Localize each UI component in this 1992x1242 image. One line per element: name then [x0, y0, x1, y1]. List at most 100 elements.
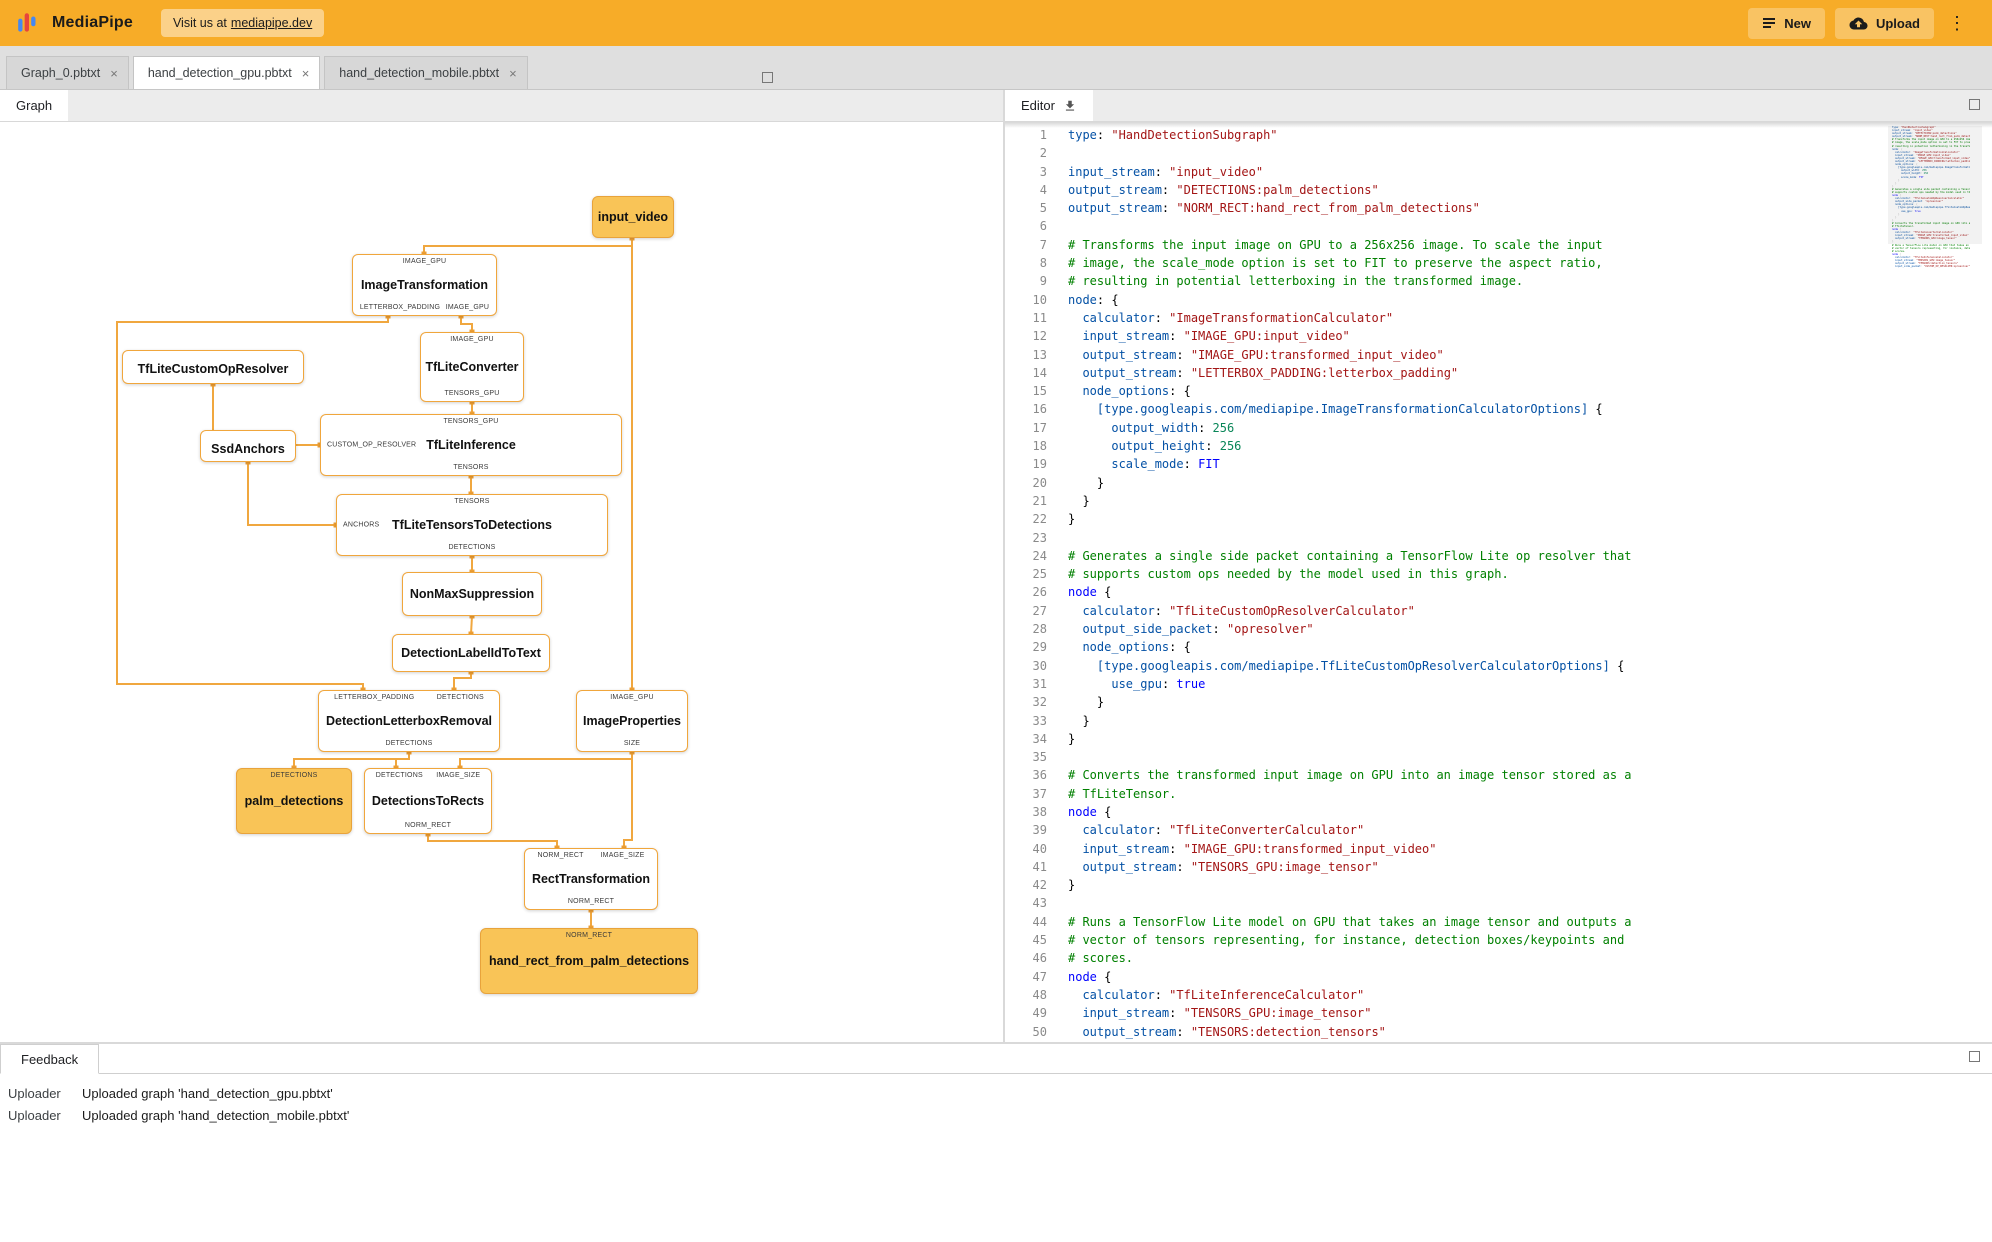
graph-node-DetectionsToRects[interactable]: DETECTIONS IMAGE_SIZE DetectionsToRects NOR…: [364, 768, 492, 834]
code-line[interactable]: 44 # Runs a TensorFlow Lite model on GPU …: [1005, 913, 1992, 931]
code-line[interactable]: 1 type: "HandDetectionSubgraph": [1005, 126, 1992, 144]
code-line[interactable]: 41 output_stream: "TENSORS_GPU:image_ten…: [1005, 858, 1992, 876]
close-tab-icon[interactable]: ×: [302, 67, 310, 80]
code-line[interactable]: 17 output_width: 256: [1005, 419, 1992, 437]
file-tab-hand_detection_gpu.pbtxt[interactable]: hand_detection_gpu.pbtxt ×: [132, 56, 321, 89]
code-line[interactable]: 7 # Transforms the input image on GPU to …: [1005, 236, 1992, 254]
file-tab-Graph_0.pbtxt[interactable]: Graph_0.pbtxt ×: [6, 56, 129, 89]
graph-node-hand_rect_from_palm_detections[interactable]: NORM_RECT hand_rect_from_palm_detections: [480, 928, 698, 994]
code-line[interactable]: 32 }: [1005, 693, 1992, 711]
graph-node-SsdAnchors[interactable]: SsdAnchors: [200, 430, 296, 462]
line-number: 2: [1039, 146, 1047, 161]
close-tab-icon[interactable]: ×: [509, 67, 517, 80]
code-line[interactable]: 34}: [1005, 730, 1992, 748]
port-label: NORM_RECT: [565, 932, 613, 939]
code-line[interactable]: 20 }: [1005, 474, 1992, 492]
code-line[interactable]: 10 node: {: [1005, 291, 1992, 309]
minimap[interactable]: type: "HandDetectionSubgraph" input_strea…: [1888, 126, 1982, 1042]
tab-editor[interactable]: Editor: [1005, 90, 1093, 121]
graph-node-TfLiteInference[interactable]: TENSORS_GPU CUSTOM_OP_RESOLVER TfLiteInfer…: [320, 414, 622, 476]
code-line[interactable]: 22}: [1005, 510, 1992, 528]
code-line[interactable]: 38 node {: [1005, 803, 1992, 821]
code-line[interactable]: 40 input_stream: "IMAGE_GPU:transformed_…: [1005, 840, 1992, 858]
line-number: 35: [1032, 750, 1047, 765]
code-line[interactable]: 25 # supports custom ops needed by the mo…: [1005, 565, 1992, 583]
graph-node-ImageProperties[interactable]: IMAGE_GPU ImageProperties SIZE: [576, 690, 688, 752]
code-line[interactable]: 24 # Generates a single side packet conta…: [1005, 547, 1992, 565]
maximize-editor-pane-icon[interactable]: [1969, 99, 1980, 110]
code-line[interactable]: 29 node_options: {: [1005, 638, 1992, 656]
code-line[interactable]: 16 [type.googleapis.com/mediapipe.ImageT…: [1005, 400, 1992, 418]
line-number: 16: [1032, 402, 1047, 417]
code-line[interactable]: 11 calculator: "ImageTransformationCalcu…: [1005, 309, 1992, 327]
graph-node-input_video[interactable]: input_video: [592, 196, 674, 238]
code-line[interactable]: 12 input_stream: "IMAGE_GPU:input_video": [1005, 327, 1992, 345]
code-line[interactable]: 13 output_stream: "IMAGE_GPU:transformed…: [1005, 346, 1992, 364]
code-line[interactable]: 19 scale_mode: FIT: [1005, 455, 1992, 473]
code-line[interactable]: 2: [1005, 144, 1992, 162]
line-number: 13: [1032, 347, 1047, 362]
code-line[interactable]: 6: [1005, 217, 1992, 235]
port-label: IMAGE_SIZE: [436, 772, 481, 779]
code-line[interactable]: 15 node_options: {: [1005, 382, 1992, 400]
code-line[interactable]: 18 output_height: 256: [1005, 437, 1992, 455]
code-editor[interactable]: 1 type: "HandDetectionSubgraph" 2 3 input_st…: [1005, 122, 1992, 1042]
code-line[interactable]: 28 output_side_packet: "opresolver": [1005, 620, 1992, 638]
code-line[interactable]: 30 [type.googleapis.com/mediapipe.TfLite…: [1005, 657, 1992, 675]
code-line[interactable]: 50 output_stream: "TENSORS:detection_ten…: [1005, 1023, 1992, 1041]
code-line[interactable]: 48 calculator: "TfLiteInferenceCalculato…: [1005, 986, 1992, 1004]
code-line[interactable]: 8 # image, the scale_mode option is set t…: [1005, 254, 1992, 272]
code-line[interactable]: 45 # vector of tensors representing, for …: [1005, 931, 1992, 949]
graph-node-TfLiteConverter[interactable]: IMAGE_GPU TfLiteConverter TENSORS_GPU: [420, 332, 524, 402]
code-line[interactable]: 46 # scores.: [1005, 949, 1992, 967]
code-line[interactable]: 47 node {: [1005, 968, 1992, 986]
code-line[interactable]: 49 input_stream: "TENSORS_GPU:image_tens…: [1005, 1004, 1992, 1022]
code-line[interactable]: 26 node {: [1005, 583, 1992, 601]
node-title: input_video: [597, 210, 669, 224]
close-tab-icon[interactable]: ×: [110, 67, 118, 80]
code-line[interactable]: 23: [1005, 529, 1992, 547]
file-tab-hand_detection_mobile.pbtxt[interactable]: hand_detection_mobile.pbtxt ×: [324, 56, 528, 89]
code-line[interactable]: 35: [1005, 748, 1992, 766]
maximize-feedback-pane-icon[interactable]: [1969, 1051, 1980, 1062]
code-line[interactable]: 33 }: [1005, 712, 1992, 730]
code-line[interactable]: 37 # TfLiteTensor.: [1005, 785, 1992, 803]
download-icon[interactable]: [1063, 99, 1077, 113]
graph-pane: Graph input_video IMAGE_GPU ImageTransform…: [0, 90, 1003, 1042]
minimap-slider[interactable]: [1888, 126, 1982, 244]
code-line[interactable]: 27 calculator: "TfLiteCustomOpResolverCa…: [1005, 602, 1992, 620]
maximize-graph-pane-icon[interactable]: [762, 72, 773, 83]
graph-node-palm_detections[interactable]: DETECTIONS palm_detections: [236, 768, 352, 834]
code-line[interactable]: 31 use_gpu: true: [1005, 675, 1992, 693]
code-line[interactable]: 5 output_stream: "NORM_RECT:hand_rect_fro…: [1005, 199, 1992, 217]
code-text: input_stream: "TENSORS_GPU:image_tensor": [1082, 1006, 1372, 1021]
line-number: 19: [1032, 457, 1047, 472]
code-line[interactable]: 36 # Converts the transformed input image…: [1005, 766, 1992, 784]
code-line[interactable]: 14 output_stream: "LETTERBOX_PADDING:let…: [1005, 364, 1992, 382]
code-line[interactable]: 39 calculator: "TfLiteConverterCalculato…: [1005, 821, 1992, 839]
graph-node-TfLiteTensorsToDetections[interactable]: TENSORS ANCHORS TfLiteTensorsToDetections D…: [336, 494, 608, 556]
graph-node-NonMaxSuppression[interactable]: NonMaxSuppression: [402, 572, 542, 616]
node-title: TfLiteInference: [426, 438, 516, 452]
code-line[interactable]: 3 input_stream: "input_video": [1005, 163, 1992, 181]
code-line[interactable]: 42}: [1005, 876, 1992, 894]
upload-button[interactable]: Upload: [1834, 7, 1934, 39]
code-line[interactable]: 21 }: [1005, 492, 1992, 510]
graph-node-TfLiteCustomOpResolver[interactable]: TfLiteCustomOpResolver: [122, 350, 304, 384]
tab-feedback[interactable]: Feedback: [0, 1044, 100, 1074]
code-text: # Runs a TensorFlow Lite model on GPU th…: [1068, 914, 1632, 929]
tab-graph[interactable]: Graph: [0, 90, 69, 121]
kebab-menu-icon[interactable]: ⋮: [1944, 14, 1970, 32]
code-line[interactable]: 4 output_stream: "DETECTIONS:palm_detecti…: [1005, 181, 1992, 199]
graph-node-DetectionLabelIdToText[interactable]: DetectionLabelIdToText: [392, 634, 550, 672]
visit-link[interactable]: mediapipe.dev: [231, 16, 312, 30]
graph-node-ImageTransformation[interactable]: IMAGE_GPU ImageTransformation LETTERBOX_PA…: [352, 254, 497, 316]
code-line[interactable]: 43: [1005, 894, 1992, 912]
graph-node-RectTransformation[interactable]: NORM_RECT IMAGE_SIZE RectTransformation NOR…: [524, 848, 658, 910]
graph-canvas[interactable]: input_video IMAGE_GPU ImageTransformation L…: [0, 122, 1003, 1042]
code-line[interactable]: 9 # resulting in potential letterboxing i…: [1005, 272, 1992, 290]
new-button[interactable]: New: [1748, 7, 1825, 39]
graph-node-DetectionLetterboxRemoval[interactable]: LETTERBOX_PADDING DETECTIONS DetectionLett…: [318, 690, 500, 752]
editor-pane-tabs: Editor: [1005, 90, 1992, 122]
line-number: 49: [1032, 1006, 1047, 1021]
